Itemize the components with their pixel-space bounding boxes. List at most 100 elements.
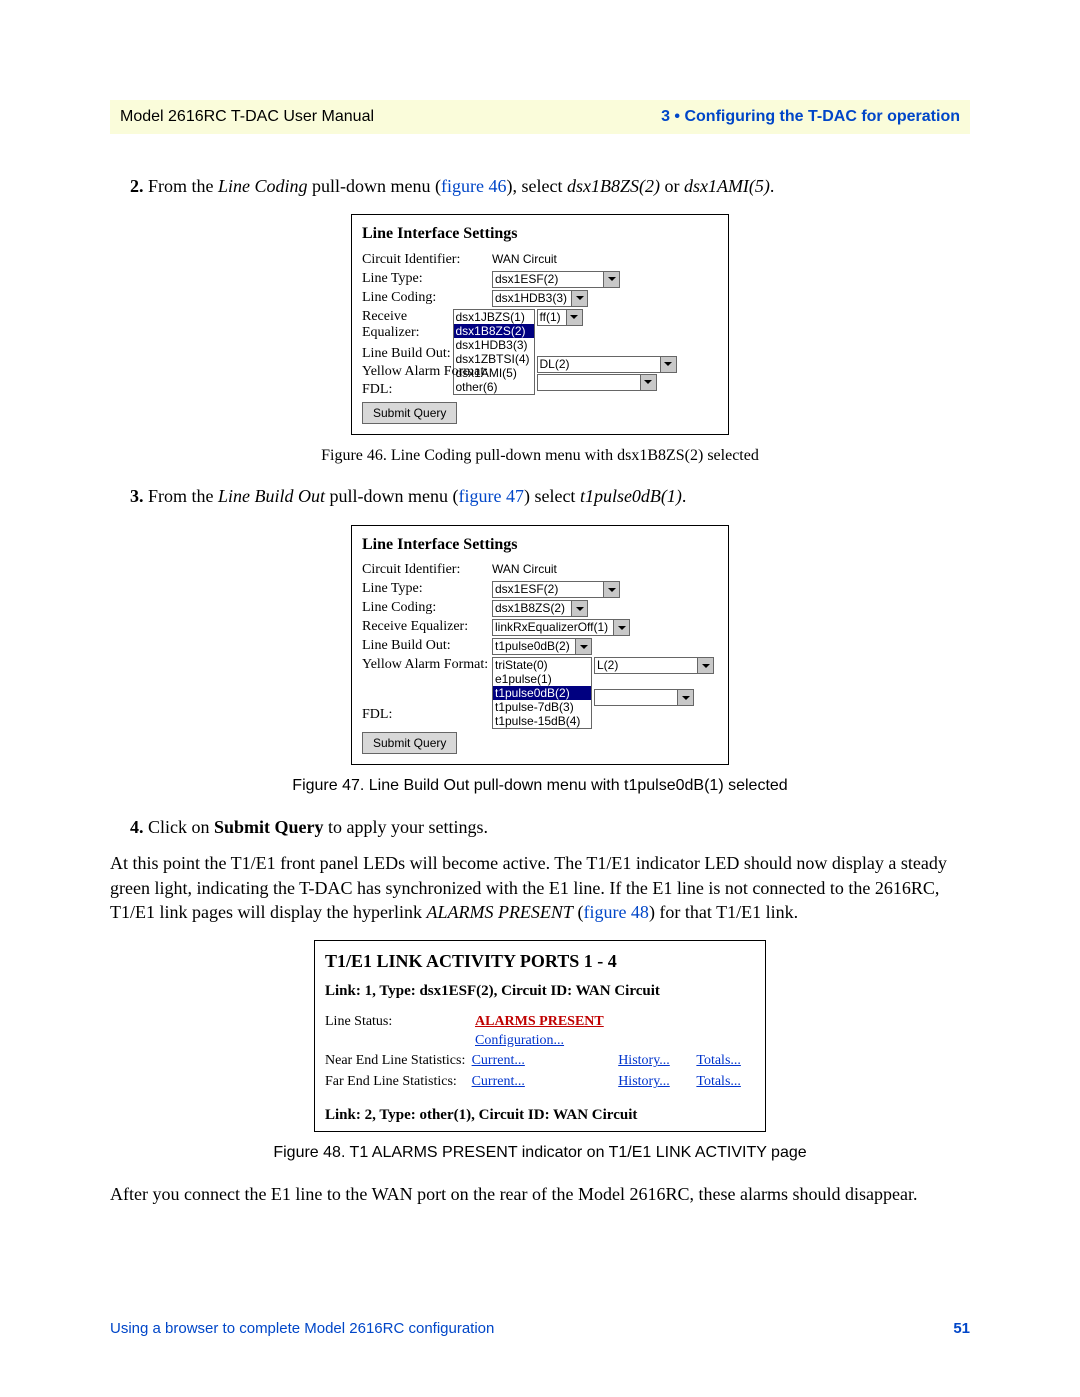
history-link[interactable]: History... xyxy=(618,1074,670,1089)
header-left: Model 2616RC T-DAC User Manual xyxy=(120,108,374,126)
text: Click on xyxy=(148,817,214,837)
chevron-down-icon xyxy=(571,291,587,306)
value-circuit-id: WAN Circuit xyxy=(492,252,557,266)
panel-title: T1/E1 LINK ACTIVITY PORTS 1 - 4 xyxy=(315,941,765,975)
panel-title: Line Interface Settings xyxy=(352,526,728,562)
step-4-num: 4. xyxy=(130,817,144,837)
label-yellow-alarm: Yellow Alarm Format: xyxy=(362,363,488,382)
text-bold: Submit Query xyxy=(214,817,324,837)
text-italic: dsx1AMI(5) xyxy=(684,176,770,196)
paragraph: After you connect the E1 line to the WAN… xyxy=(110,1182,970,1206)
totals-link[interactable]: Totals... xyxy=(696,1074,741,1089)
select-fragment[interactable]: DL(2) xyxy=(537,356,677,373)
chevron-down-icon xyxy=(571,601,587,616)
paragraph: At this point the T1/E1 front panel LEDs… xyxy=(110,851,970,924)
ref-link[interactable]: figure 48 xyxy=(583,902,648,922)
step-2-num: 2. xyxy=(130,176,144,196)
figure-46-screenshot: Line Interface Settings Circuit Identifi… xyxy=(351,214,729,435)
current-link[interactable]: Current... xyxy=(472,1053,525,1068)
text: From the xyxy=(148,176,218,196)
text: . xyxy=(770,176,775,196)
configuration-link[interactable]: Configuration... xyxy=(475,1033,564,1048)
list-item[interactable]: t1pulse-7dB(3) xyxy=(493,700,591,714)
figure-47-caption: Figure 47. Line Build Out pull-down menu… xyxy=(110,775,970,797)
select-fdl[interactable] xyxy=(537,374,657,391)
label-near-end: Near End Line Statistics: xyxy=(325,1052,472,1071)
ref-link[interactable]: figure 47 xyxy=(458,486,523,506)
submit-button[interactable]: Submit Query xyxy=(362,732,457,754)
select-fragment[interactable]: L(2) xyxy=(594,657,714,674)
totals-link[interactable]: Totals... xyxy=(696,1053,741,1068)
label-receive-eq: Receive Equalizer: xyxy=(362,619,492,636)
label-line-type: Line Type: xyxy=(362,581,492,598)
chevron-down-icon xyxy=(566,310,582,325)
ref-link[interactable]: figure 46 xyxy=(441,176,506,196)
link-1-table: Line Status: ALARMS PRESENT Configuratio… xyxy=(315,1008,765,1100)
select-value: DL(2) xyxy=(540,357,570,371)
list-item[interactable]: dsx1HDB3(3) xyxy=(454,338,534,352)
text: ) select xyxy=(524,486,580,506)
label-far-end: Far End Line Statistics: xyxy=(325,1073,472,1092)
current-link[interactable]: Current... xyxy=(472,1074,525,1089)
alarms-present-link[interactable]: ALARMS PRESENT xyxy=(475,1014,604,1029)
select-fdl[interactable] xyxy=(594,689,694,706)
select-value: dsx1ESF(2) xyxy=(495,582,558,596)
text: pull-down menu ( xyxy=(308,176,441,196)
figure-46-caption: Figure 46. Line Coding pull-down menu wi… xyxy=(110,445,970,467)
select-line-type[interactable]: dsx1ESF(2) xyxy=(492,581,620,598)
select-value: dsx1B8ZS(2) xyxy=(495,601,565,615)
footer-text: Using a browser to complete Model 2616RC… xyxy=(110,1320,494,1337)
select-value: dsx1HDB3(3) xyxy=(495,291,567,305)
chevron-down-icon xyxy=(575,639,591,654)
figure-47-screenshot: Line Interface Settings Circuit Identifi… xyxy=(351,525,729,766)
text: ), select xyxy=(506,176,566,196)
value-circuit-id: WAN Circuit xyxy=(492,562,557,576)
chevron-down-icon xyxy=(603,272,619,287)
chevron-down-icon xyxy=(697,658,713,673)
text: From the xyxy=(148,486,218,506)
text: ) for that T1/E1 link. xyxy=(649,902,798,922)
label-fdl: FDL: xyxy=(362,706,392,725)
page: Model 2616RC T-DAC User Manual 3 • Confi… xyxy=(0,0,1080,1397)
list-item-selected[interactable]: t1pulse0dB(2) xyxy=(493,686,591,700)
text-italic: t1pulse0dB(1) xyxy=(580,486,682,506)
figure-48-caption: Figure 48. T1 ALARMS PRESENT indicator o… xyxy=(110,1142,970,1164)
header-right: 3 • Configuring the T-DAC for operation xyxy=(661,108,960,126)
list-item[interactable]: e1pulse(1) xyxy=(493,672,591,686)
list-item[interactable]: t1pulse-15dB(4) xyxy=(493,714,591,728)
page-number: 51 xyxy=(953,1320,970,1337)
step-2: 2. From the Line Coding pull-down menu (… xyxy=(130,174,970,198)
chevron-down-icon xyxy=(640,375,656,390)
label-line-type: Line Type: xyxy=(362,271,492,288)
select-value: t1pulse0dB(2) xyxy=(495,639,570,653)
select-line-coding[interactable]: dsx1B8ZS(2) xyxy=(492,600,588,617)
select-line-coding[interactable]: dsx1HDB3(3) xyxy=(492,290,588,307)
history-link[interactable]: History... xyxy=(618,1053,670,1068)
chevron-down-icon xyxy=(613,620,629,635)
header-bar: Model 2616RC T-DAC User Manual 3 • Confi… xyxy=(110,100,970,134)
select-line-type[interactable]: dsx1ESF(2) xyxy=(492,271,620,288)
select-fragment[interactable]: ff(1) xyxy=(537,309,583,326)
select-value: dsx1ESF(2) xyxy=(495,272,558,286)
body: 2. From the Line Coding pull-down menu (… xyxy=(110,174,970,1206)
chevron-down-icon xyxy=(660,357,676,372)
text: to apply your settings. xyxy=(324,817,489,837)
link-1-header: Link: 1, Type: dsx1ESF(2), Circuit ID: W… xyxy=(315,975,765,1007)
label-line-coding: Line Coding: xyxy=(362,290,492,307)
list-item[interactable]: triState(0) xyxy=(493,658,591,672)
line-build-out-dropdown-list[interactable]: triState(0) e1pulse(1) t1pulse0dB(2) t1p… xyxy=(492,657,592,729)
select-value: linkRxEqualizerOff(1) xyxy=(495,620,608,634)
select-line-build-out[interactable]: t1pulse0dB(2) xyxy=(492,638,592,655)
text: . xyxy=(682,486,687,506)
select-receive-eq[interactable]: linkRxEqualizerOff(1) xyxy=(492,619,630,636)
footer: Using a browser to complete Model 2616RC… xyxy=(110,1320,970,1337)
list-item-selected[interactable]: dsx1B8ZS(2) xyxy=(454,324,534,338)
label-receive-eq: Receive Equalizer: xyxy=(362,309,453,343)
submit-button[interactable]: Submit Query xyxy=(362,402,457,424)
text-italic: Line Build Out xyxy=(218,486,325,506)
select-value: L(2) xyxy=(597,658,618,672)
list-item[interactable]: dsx1JBZS(1) xyxy=(454,310,534,324)
label-line-build-out: Line Build Out: xyxy=(362,638,492,655)
step-4: 4. Click on Submit Query to apply your s… xyxy=(130,815,970,839)
label-line-build-out: Line Build Out: xyxy=(362,345,451,364)
